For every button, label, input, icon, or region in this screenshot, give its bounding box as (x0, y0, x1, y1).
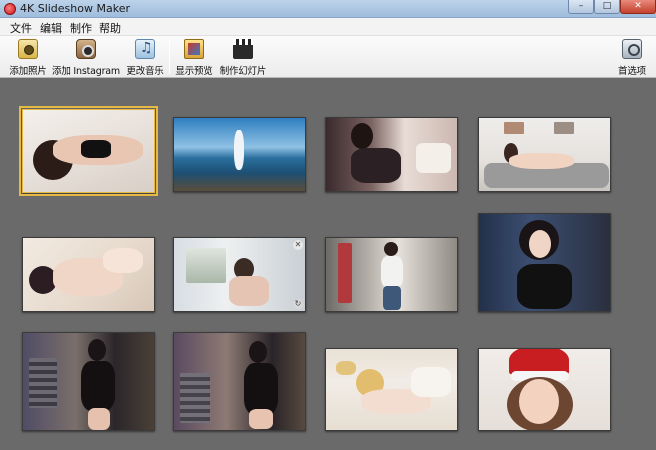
photo-thumbnail[interactable] (325, 237, 458, 312)
photo-thumbnail[interactable] (173, 332, 306, 431)
remove-photo-icon[interactable]: ✕ (293, 240, 303, 250)
clapperboard-icon (233, 39, 253, 59)
show-preview-button[interactable]: 显示预览 (173, 39, 215, 77)
change-music-label: 更改音乐 (126, 66, 164, 77)
add-photo-button[interactable]: 添加照片 (8, 39, 48, 77)
make-slideshow-label: 制作幻灯片 (219, 66, 267, 77)
photo-thumbnail[interactable]: ✕ ↻ (173, 237, 306, 312)
photo-thumbnail[interactable] (478, 348, 611, 431)
app-logo-icon (4, 3, 16, 15)
add-instagram-button[interactable]: 添加 Instagram (52, 39, 120, 77)
photo-thumbnail[interactable] (478, 117, 611, 192)
change-music-button[interactable]: 更改音乐 (124, 39, 166, 77)
preferences-label: 首选项 (618, 66, 646, 77)
menu-file[interactable]: 文件 (10, 20, 32, 36)
rotate-photo-icon[interactable]: ↻ (293, 299, 303, 309)
show-preview-label: 显示预览 (175, 66, 213, 77)
photo-thumbnail[interactable] (325, 117, 458, 192)
photo-thumbnail[interactable] (22, 332, 155, 431)
photo-thumbnail[interactable] (478, 213, 611, 312)
close-button[interactable]: ✕ (620, 0, 656, 14)
maximize-button[interactable]: □ (594, 0, 620, 14)
add-photo-label: 添加照片 (9, 66, 47, 77)
photo-thumbnail[interactable] (19, 106, 158, 196)
menu-help[interactable]: 帮助 (99, 20, 121, 36)
menu-edit[interactable]: 编辑 (40, 20, 62, 36)
menu-bar: 文件 编辑 制作 帮助 (0, 18, 656, 36)
preferences-button[interactable]: 首选项 (612, 39, 652, 77)
menu-make[interactable]: 制作 (70, 20, 92, 36)
music-icon (135, 39, 155, 59)
title-bar: 4K Slideshow Maker – □ ✕ (0, 0, 656, 18)
photo-workspace: ✕ ↻ (0, 79, 656, 450)
instagram-camera-icon (76, 39, 96, 59)
add-instagram-label: 添加 Instagram (52, 66, 120, 77)
photo-thumbnail[interactable] (325, 348, 458, 431)
add-photo-icon (18, 39, 38, 59)
toolbar-separator (169, 40, 170, 74)
minimize-button[interactable]: – (568, 0, 594, 14)
window-title: 4K Slideshow Maker (20, 2, 130, 15)
make-slideshow-button[interactable]: 制作幻灯片 (218, 39, 268, 77)
preview-icon (184, 39, 204, 59)
photo-thumbnail[interactable] (173, 117, 306, 192)
toolbar: 添加照片 添加 Instagram 更改音乐 显示预览 制作幻灯片 首选项 (0, 36, 656, 78)
preferences-icon (622, 39, 642, 59)
photo-thumbnail[interactable] (22, 237, 155, 312)
